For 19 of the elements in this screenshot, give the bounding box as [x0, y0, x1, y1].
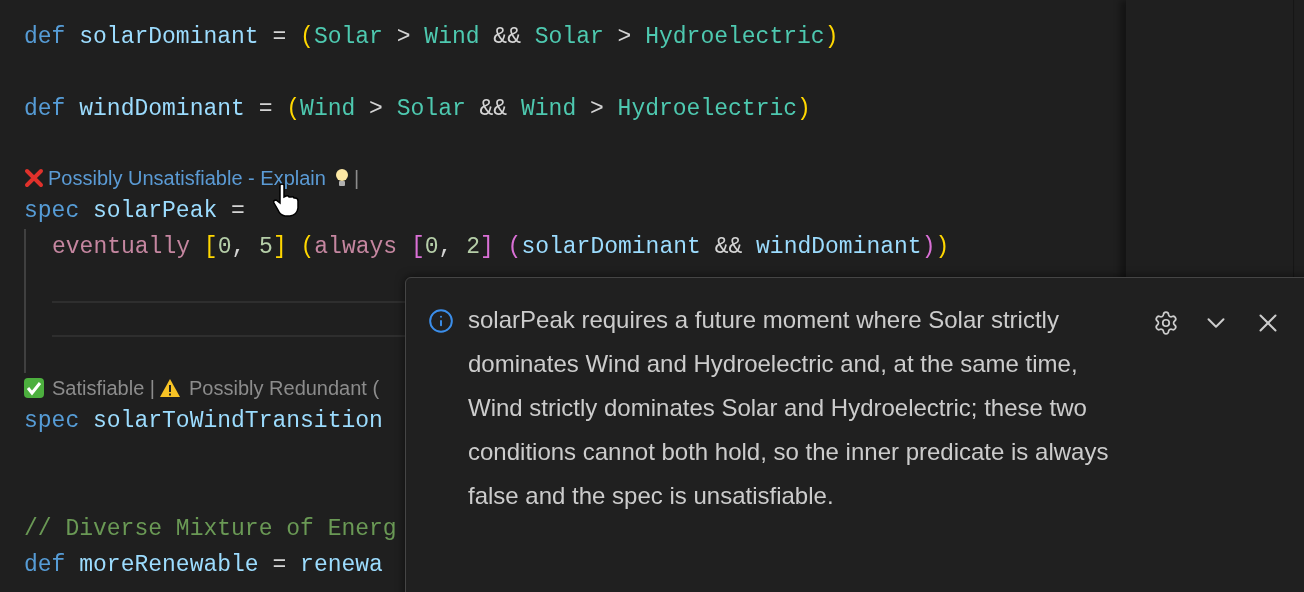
info-icon: [428, 308, 454, 334]
code-line: def solarDominant = (Solar > Wind && Solar > Hydroelectric): [24, 22, 839, 52]
codelens-text: |: [353, 166, 360, 191]
codelens-text: Possibly Redundant (: [189, 376, 380, 401]
explain-link[interactable]: Possibly Unsatisfiable - Explain: [48, 163, 326, 193]
code-line: spec solarPeak =: [24, 196, 245, 226]
code-line: // Diverse Mixture of Energ: [24, 514, 397, 544]
code-line: def moreRenewable = renewa: [24, 550, 383, 580]
gear-icon: [1153, 310, 1179, 336]
hover-message: solarPeak requires a future moment where Solar strictly dominates Wind and Hydroelectric and, at the same time, Wind strictly dominates Solar and Hydroelectric; these two conditions cannot both hold, so the inner predicate is always false and the spec is unsatisfiable.: [468, 305, 1110, 511]
warning-icon: [159, 378, 182, 398]
codelens-text: Satisfiable |: [52, 376, 156, 401]
checkmark-icon: [24, 378, 44, 398]
cross-icon: [24, 168, 44, 188]
code-line: def windDominant = (Wind > Solar && Wind > Hydroelectric): [24, 94, 811, 124]
code-line: spec solarToWindTransition: [24, 406, 383, 436]
settings-button[interactable]: [1153, 310, 1179, 336]
lightbulb-icon: [333, 168, 350, 188]
code-line: eventually [0, 5] (always [0, 2] (solarDominant && windDominant)): [52, 232, 950, 262]
